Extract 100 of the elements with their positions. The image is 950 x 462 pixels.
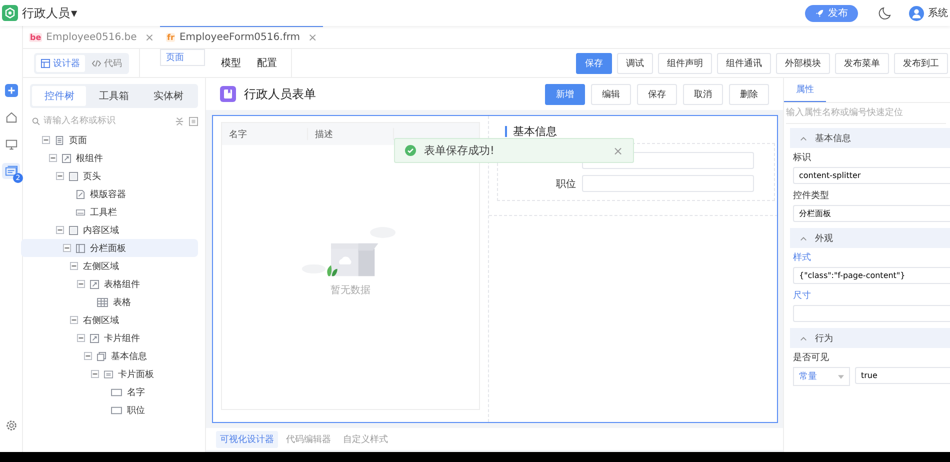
tree-item[interactable]: 模版容器	[61, 185, 198, 203]
input-field[interactable]: content-splitter	[793, 167, 950, 184]
toolbar-button[interactable]: 组件声明	[658, 52, 712, 74]
cards-icon	[4, 164, 18, 178]
input-field[interactable]	[793, 305, 950, 322]
tree-item[interactable]: 页面	[40, 131, 198, 149]
tree-item[interactable]: 职位	[96, 401, 198, 419]
mode-tab[interactable]: 设计器	[36, 54, 85, 72]
collapse-icon[interactable]	[56, 226, 64, 234]
tree-item[interactable]: 页头	[54, 167, 198, 185]
toast-message: 表单保存成功!	[424, 143, 494, 158]
splitter-panel[interactable]: 名字 描述 暂无数据 基本信息 职位 表单保存成功! ×	[212, 115, 778, 423]
home-icon	[4, 110, 18, 124]
panel-tab[interactable]: 控件树	[32, 86, 86, 106]
field-label: 职位	[556, 178, 576, 190]
frame-icon	[69, 172, 78, 180]
page-tab[interactable]: 页面	[160, 49, 205, 66]
collapse-icon[interactable]	[63, 244, 71, 252]
frame-icon	[69, 226, 78, 234]
toolbar-icon	[76, 208, 85, 216]
file-tab[interactable]: fr EmployeeForm0516.frm ×	[160, 26, 324, 48]
input-field[interactable]: {"class":"f-page-content"}	[793, 267, 950, 284]
table-icon	[97, 298, 108, 306]
input-icon	[111, 388, 122, 396]
property-label: 标识	[793, 152, 812, 164]
file-type-badge: be	[29, 33, 42, 42]
tree-item[interactable]: 工具栏	[61, 203, 198, 221]
tree-item[interactable]: 卡片组件	[75, 329, 198, 347]
toolbar-button[interactable]: 外部模块	[776, 52, 830, 74]
splitter-icon	[76, 244, 85, 252]
collapse-icon[interactable]	[84, 352, 92, 360]
tree-item[interactable]: 表格	[82, 293, 198, 311]
input-field[interactable]: 分栏面板	[793, 205, 950, 222]
add-icon	[4, 84, 18, 96]
moon-icon[interactable]	[878, 6, 891, 20]
sidebar-item[interactable]	[2, 82, 20, 98]
form-button[interactable]: 删除	[729, 84, 769, 104]
app-title[interactable]: 行政人员	[22, 4, 70, 22]
code-icon	[92, 58, 101, 68]
section-header[interactable]: 基本信息	[790, 128, 950, 148]
file-name: Employee0516.be	[46, 32, 137, 43]
collapse-icon[interactable]	[56, 172, 64, 180]
form-button[interactable]: 取消	[683, 84, 723, 104]
column-header: 名字	[222, 128, 308, 140]
tree-item[interactable]: 名字	[96, 383, 198, 401]
check-circle-icon	[405, 145, 416, 156]
tree-item[interactable]: 左侧区域	[68, 257, 198, 275]
section-header[interactable]: 外观	[790, 228, 950, 248]
settings-icon[interactable]	[4, 419, 18, 432]
section-title: 基本信息	[815, 132, 851, 144]
page-tab[interactable]: 模型	[221, 49, 241, 77]
layout-icon	[41, 58, 50, 68]
rocket-icon	[815, 8, 824, 18]
properties-tab[interactable]: 属性	[784, 78, 826, 102]
form-button[interactable]: 保存	[637, 84, 677, 104]
component-icon	[62, 154, 71, 162]
collapse-icon[interactable]	[49, 154, 57, 162]
input-field[interactable]	[582, 175, 754, 192]
toolbar-button[interactable]: 调试	[617, 52, 653, 74]
page-icon	[55, 136, 64, 144]
caret-icon	[838, 374, 844, 378]
section-title: 外观	[815, 232, 833, 244]
collapse-icon[interactable]	[70, 262, 78, 270]
avatar-icon[interactable]	[909, 6, 924, 20]
user-name[interactable]: 系统	[928, 6, 948, 20]
tree-item[interactable]: 根组件	[47, 149, 198, 167]
property-label: 是否可见	[793, 352, 830, 364]
tree-item[interactable]: 基本信息	[82, 347, 198, 365]
file-tab[interactable]: be Employee0516.be ×	[23, 26, 160, 48]
tree-item[interactable]: 分栏面板	[21, 239, 198, 257]
input-icon	[111, 406, 122, 414]
file-name: EmployeeForm0516.frm	[179, 32, 300, 43]
card-icon	[104, 370, 113, 378]
page-tab[interactable]: 配置	[257, 49, 277, 77]
panel-tab[interactable]: 实体树	[142, 86, 196, 106]
book-icon	[220, 86, 236, 102]
collapse-icon[interactable]	[42, 136, 50, 144]
tree-item[interactable]: 卡片面板	[89, 365, 198, 383]
collapse-icon[interactable]	[77, 280, 85, 288]
dropdown-caret[interactable]: ▼	[71, 8, 78, 18]
property-label: 尺寸	[793, 290, 812, 302]
mode-select[interactable]: 常量	[793, 367, 850, 386]
section-header[interactable]: 行为	[790, 328, 950, 348]
tree-item[interactable]: 表格组件	[75, 275, 198, 293]
form-button[interactable]: 编辑	[591, 84, 631, 104]
editor-tab[interactable]: 可视化设计器	[216, 430, 278, 448]
file-type-badge: fr	[166, 33, 176, 42]
tree-item[interactable]: 内容区域	[54, 221, 198, 239]
input-field[interactable]: true	[855, 367, 950, 384]
panel-tab[interactable]: 工具箱	[86, 86, 141, 106]
collapse-icon[interactable]	[91, 370, 99, 378]
tree-item[interactable]: 右侧区域	[68, 311, 198, 329]
toolbar-button[interactable]: 发布到工	[894, 52, 948, 74]
monitor-icon	[4, 138, 18, 150]
component-icon	[90, 280, 99, 288]
toolbar-button[interactable]: 发布菜单	[835, 52, 889, 74]
empty-message: 暂无数据	[330, 284, 370, 297]
toolbar-button[interactable]: 组件通讯	[717, 52, 771, 74]
collapse-icon[interactable]	[77, 334, 85, 342]
collapse-icon[interactable]	[70, 316, 78, 324]
